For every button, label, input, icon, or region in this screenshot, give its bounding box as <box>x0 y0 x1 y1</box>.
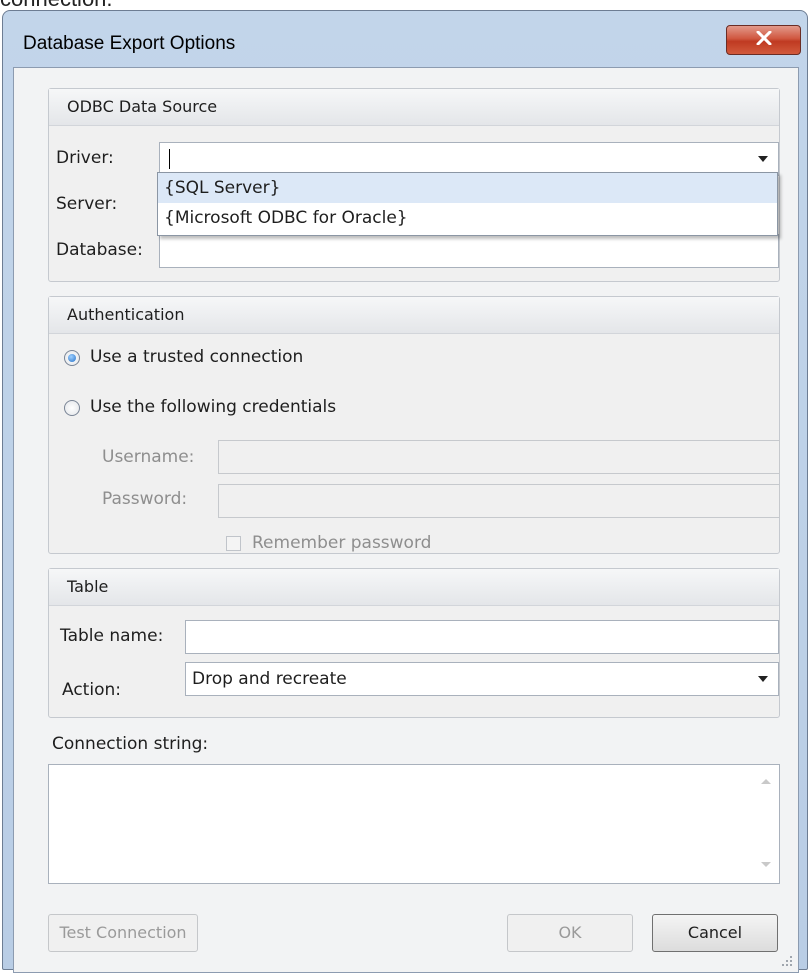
server-label: Server: <box>56 194 118 214</box>
credentials-label[interactable]: Use the following credentials <box>90 397 336 417</box>
remember-password-label[interactable]: Remember password <box>252 533 431 553</box>
close-button[interactable] <box>726 25 801 55</box>
database-field[interactable] <box>159 234 779 268</box>
action-label: Action: <box>62 680 121 700</box>
connection-string-label: Connection string: <box>52 734 209 754</box>
dialog-title: Database Export Options <box>23 33 236 54</box>
authentication-group-header: Authentication <box>49 297 779 334</box>
text-cursor <box>169 149 170 169</box>
username-label: Username: <box>102 447 195 467</box>
credentials-radio[interactable] <box>64 400 80 416</box>
username-field[interactable] <box>218 440 780 474</box>
table-name-label: Table name: <box>60 626 164 646</box>
driver-option-oracle[interactable]: {Microsoft ODBC for Oracle} <box>158 203 777 233</box>
trusted-connection-radio[interactable] <box>64 350 80 366</box>
table-group-header: Table <box>49 569 779 606</box>
password-field[interactable] <box>218 484 780 518</box>
cancel-button[interactable]: Cancel <box>652 914 778 952</box>
driver-option-sql-server[interactable]: {SQL Server} <box>158 173 777 203</box>
remember-password-checkbox[interactable] <box>226 536 241 551</box>
driver-combobox[interactable] <box>159 142 779 176</box>
close-icon <box>756 30 772 50</box>
action-value: Drop and recreate <box>192 669 347 689</box>
password-label: Password: <box>102 489 188 509</box>
trusted-connection-label[interactable]: Use a trusted connection <box>90 347 303 367</box>
chevron-down-icon[interactable] <box>758 156 768 162</box>
driver-dropdown-list: {SQL Server} {Microsoft ODBC for Oracle} <box>157 172 778 236</box>
chevron-down-icon[interactable] <box>758 676 768 682</box>
connection-string-textarea[interactable] <box>48 764 780 884</box>
scroll-up-arrow-icon[interactable] <box>761 779 771 784</box>
resize-grip-icon[interactable] <box>782 956 794 968</box>
scroll-down-arrow-icon[interactable] <box>761 862 771 867</box>
database-label: Database: <box>56 240 143 260</box>
driver-label: Driver: <box>56 148 114 168</box>
test-connection-button[interactable]: Test Connection <box>48 914 198 952</box>
dialog-window: Database Export Options ODBC Data Source… <box>2 10 808 973</box>
odbc-group-header: ODBC Data Source <box>49 89 779 126</box>
ok-button[interactable]: OK <box>507 914 633 952</box>
action-combobox[interactable]: Drop and recreate <box>185 662 779 696</box>
table-name-field[interactable] <box>185 620 779 654</box>
